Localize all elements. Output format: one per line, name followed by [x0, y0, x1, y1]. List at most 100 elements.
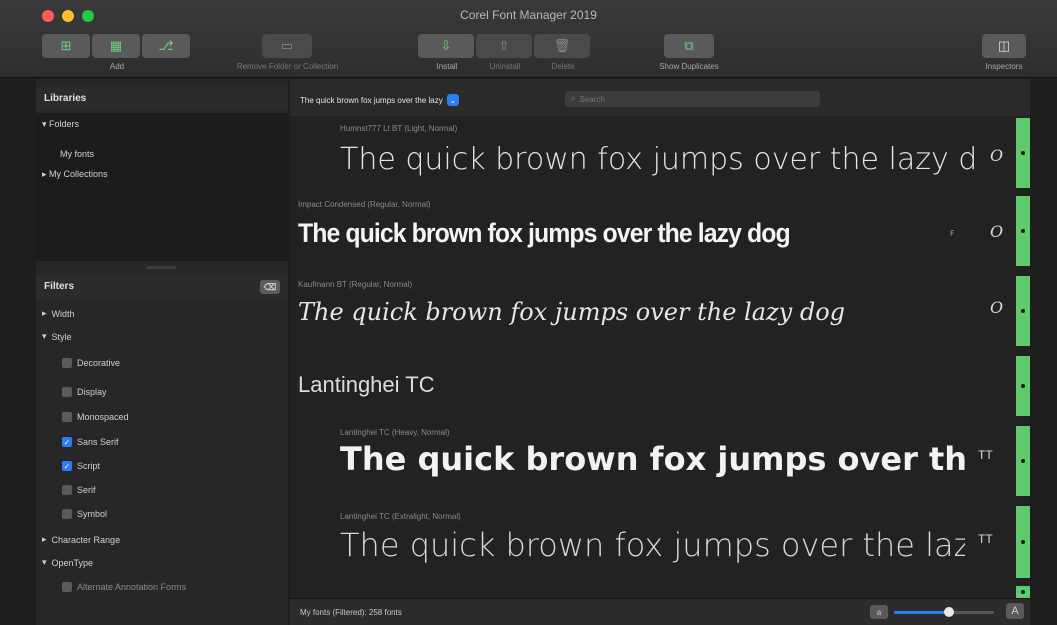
active-indicator[interactable]: [1016, 276, 1030, 346]
active-indicator[interactable]: [1016, 426, 1030, 496]
slider-fill: [894, 611, 949, 614]
filter-sans-serif[interactable]: ✓ Sans Serif: [62, 437, 119, 447]
active-indicator[interactable]: [1016, 118, 1030, 188]
uninstall-button[interactable]: ⇧: [476, 34, 532, 58]
checkbox-monospaced[interactable]: [62, 412, 72, 422]
filter-decorative[interactable]: Decorative: [62, 358, 120, 368]
font-count-status: My fonts (Filtered): 258 fonts: [300, 608, 402, 617]
font-sample: The quick brown fox jumps over the lazy …: [340, 440, 965, 478]
inspectors-label: Inspectors: [985, 62, 1023, 71]
filters-header: Filters ⌫: [36, 275, 288, 299]
install-button-group: ⇩ ⇧ 🗑: [418, 34, 590, 58]
checkbox-decorative[interactable]: [62, 358, 72, 368]
libraries-tree: ▾ Folders My fonts ▸ My Collections: [36, 113, 288, 261]
font-row[interactable]: Impact Condensed (Regular, Normal) The q…: [290, 192, 1015, 272]
font-row[interactable]: Kaufmann BT (Regular, Normal) The quick …: [290, 274, 1015, 350]
font-meta: Impact Condensed (Regular, Normal): [298, 200, 431, 209]
font-row[interactable]: Lantinghei TC (Extralight, Normal) The q…: [290, 504, 1015, 584]
font-meta: Kaufmann BT (Regular, Normal): [298, 280, 413, 289]
active-indicator[interactable]: [1016, 506, 1030, 578]
search-field[interactable]: ⌕: [565, 91, 820, 107]
window-title: Corel Font Manager 2019: [460, 8, 597, 22]
disclosure-closed-icon: ▸: [42, 534, 47, 544]
filter-serif[interactable]: Serif: [62, 485, 96, 495]
font-row[interactable]: Lantinghei TC (Heavy, Normal) The quick …: [290, 418, 1015, 498]
add-folder-button[interactable]: ⊞: [42, 34, 90, 58]
checkbox-script[interactable]: ✓: [62, 461, 72, 471]
font-family-group[interactable]: Lantinghei TC: [290, 352, 1015, 412]
active-indicator[interactable]: [1016, 196, 1030, 266]
uninstall-icon: ⇧: [498, 38, 510, 53]
truetype-icon: TT: [978, 448, 993, 462]
zoom-out-button[interactable]: a: [870, 605, 888, 619]
font-meta: Lantinghei TC (Heavy, Normal): [340, 428, 450, 437]
activation-status-strip: [1016, 116, 1030, 598]
folders-node[interactable]: ▾ Folders: [42, 119, 79, 130]
libraries-header: Libraries: [36, 87, 288, 111]
folders-label: Folders: [49, 119, 80, 129]
zoom-in-button[interactable]: A: [1006, 603, 1024, 619]
filter-character-range[interactable]: ▸ Character Range: [42, 534, 120, 545]
filter-character-range-label: Character Range: [51, 534, 121, 545]
disclosure-closed-icon: ▸: [42, 308, 47, 318]
status-bar: My fonts (Filtered): 258 fonts a A: [290, 598, 1030, 625]
checkbox-sans-serif[interactable]: ✓: [62, 437, 72, 447]
disclosure-open-icon: ▾: [42, 119, 47, 129]
my-collections-node[interactable]: ▸ My Collections: [42, 169, 108, 180]
filter-display[interactable]: Display: [62, 387, 107, 397]
font-sample: The quick brown fox jumps over the lazy …: [340, 526, 965, 564]
filter-monospaced[interactable]: Monospaced: [62, 412, 129, 422]
sidebar: Libraries ▾ Folders My fonts ▸ My Collec…: [36, 79, 288, 625]
add-collection-button[interactable]: ▦: [92, 34, 140, 58]
filter-width-label: Width: [51, 308, 75, 319]
duplicates-icon: ⧉: [684, 38, 694, 53]
checkbox-alternate-annotation[interactable]: [62, 582, 72, 592]
filter-sans-serif-label: Sans Serif: [77, 437, 119, 447]
sample-size-slider[interactable]: [894, 607, 994, 617]
filters-title: Filters: [44, 281, 75, 292]
chevron-down-icon: ⌄: [446, 94, 459, 106]
opentype-icon: O: [990, 146, 1004, 165]
active-indicator[interactable]: [1016, 356, 1030, 416]
active-indicator[interactable]: [1016, 586, 1030, 598]
remove-label: Remove Folder or Collection: [236, 62, 339, 71]
font-sample: The quick brown fox jumps over the lazy …: [298, 298, 846, 326]
show-duplicates-button[interactable]: ⧉: [664, 34, 714, 58]
disclosure-closed-icon: ▸: [42, 169, 47, 179]
my-fonts-node[interactable]: My fonts: [60, 149, 94, 159]
checkbox-serif[interactable]: [62, 485, 72, 495]
font-row[interactable]: Humnst777 Lt BT (Light, Normal) The quic…: [290, 116, 1015, 188]
link-icon: ⎇: [158, 38, 174, 53]
filter-opentype[interactable]: ▾ OpenType: [42, 557, 93, 568]
font-meta: Lantinghei TC (Extralight, Normal): [340, 512, 461, 521]
search-icon: ⌕: [571, 94, 576, 103]
collection-icon: ▦: [109, 38, 123, 53]
checkbox-symbol[interactable]: [62, 509, 72, 519]
disclosure-open-icon: ▾: [42, 557, 47, 567]
inspectors-button[interactable]: ◫: [982, 34, 1026, 58]
filter-script[interactable]: ✓ Script: [62, 461, 100, 471]
sample-text-value: The quick brown fox jumps over the lazy: [300, 95, 443, 105]
add-link-button[interactable]: ⎇: [142, 34, 190, 58]
checkbox-display[interactable]: [62, 387, 72, 397]
clear-filters-button[interactable]: ⌫: [260, 280, 280, 294]
font-list[interactable]: Humnst777 Lt BT (Light, Normal) The quic…: [290, 116, 1030, 598]
remove-button[interactable]: ▭: [262, 34, 312, 58]
remove-icon: ▭: [280, 38, 294, 53]
truetype-icon: TT: [978, 532, 993, 546]
install-button[interactable]: ⇩: [418, 34, 474, 58]
filter-style-label: Style: [51, 331, 72, 342]
filter-symbol-label: Symbol: [77, 509, 108, 519]
sample-text-select[interactable]: The quick brown fox jumps over the lazy …: [300, 93, 459, 107]
search-input[interactable]: [579, 94, 780, 104]
sidebar-splitter[interactable]: [146, 266, 176, 269]
filter-display-label: Display: [77, 387, 107, 397]
filter-alternate-annotation[interactable]: Alternate Annotation Forms: [62, 582, 186, 592]
add-label: Add: [109, 62, 125, 71]
filter-symbol[interactable]: Symbol: [62, 509, 107, 519]
filter-width[interactable]: ▸ Width: [42, 308, 75, 319]
filter-style[interactable]: ▾ Style: [42, 331, 72, 342]
filter-script-label: Script: [77, 461, 101, 471]
delete-button[interactable]: 🗑: [534, 34, 590, 58]
slider-knob[interactable]: [944, 607, 954, 617]
